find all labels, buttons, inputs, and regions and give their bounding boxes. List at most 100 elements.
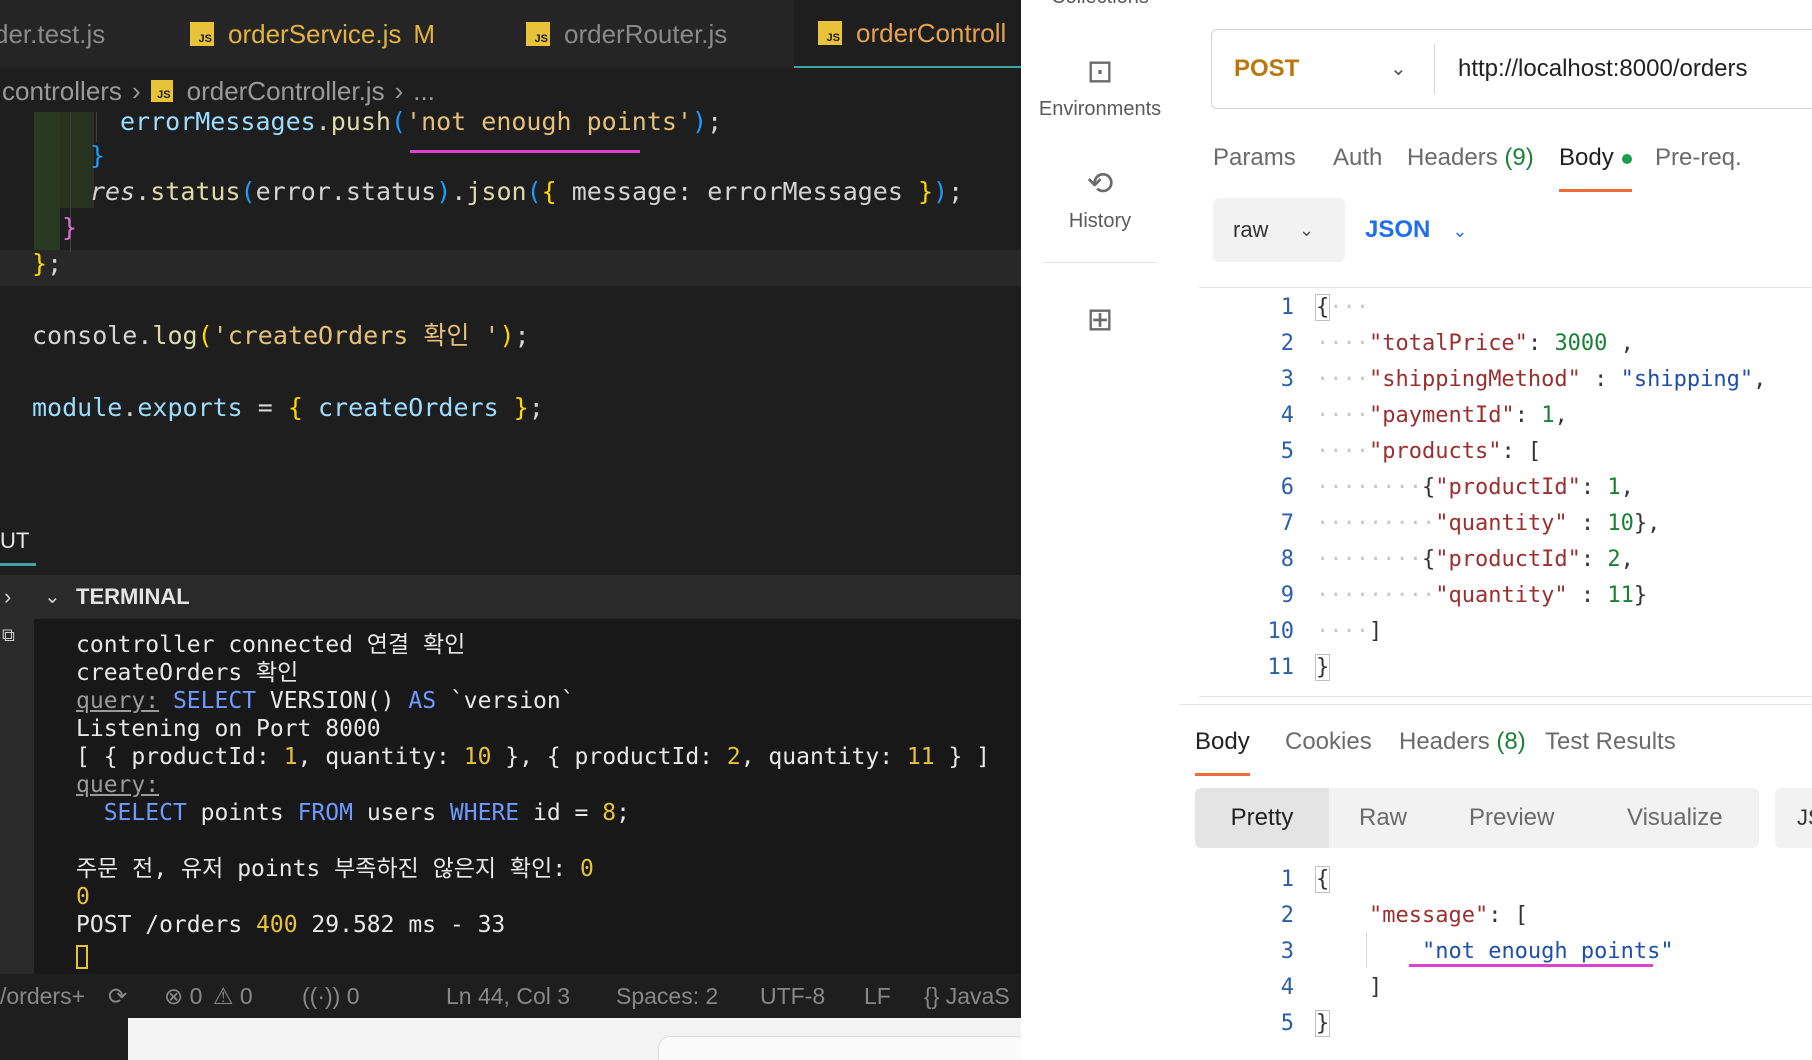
code-line: errorMessages.push('not enough points'); bbox=[120, 107, 723, 136]
highlight-underline bbox=[410, 150, 640, 153]
chevron-down-icon: ⌄ bbox=[1299, 220, 1315, 240]
code-line: } bbox=[1314, 654, 1331, 681]
tab-order-test[interactable]: der.test.js bbox=[0, 0, 105, 68]
language-mode[interactable]: {} JavaS bbox=[924, 974, 1010, 1018]
tab-order-controller[interactable]: JS orderControll bbox=[794, 0, 1021, 68]
code-line: ·········"quantity" : 10}, bbox=[1316, 511, 1661, 536]
terminal-line: 주문 전, 유저 points 부족하진 않은지 확인: 0 bbox=[76, 856, 594, 882]
line-ending[interactable]: LF bbox=[864, 974, 891, 1018]
view-raw[interactable]: Raw bbox=[1359, 788, 1407, 848]
line-number: 8 bbox=[1280, 547, 1294, 572]
error-icon: ⊗ bbox=[164, 983, 184, 1009]
chevron-right-icon: › bbox=[394, 75, 404, 106]
encoding[interactable]: UTF-8 bbox=[760, 974, 825, 1018]
line-number: 6 bbox=[1280, 475, 1294, 500]
tab-test-results[interactable]: Test Results bbox=[1545, 724, 1676, 768]
view-visualize[interactable]: Visualize bbox=[1627, 788, 1723, 848]
indent-guide bbox=[1366, 932, 1367, 968]
line-number: 4 bbox=[1280, 975, 1294, 1000]
modified-indicator: M bbox=[413, 18, 436, 49]
url-input[interactable]: http://localhost:8000/orders bbox=[1458, 30, 1748, 108]
terminal-launch-icon[interactable]: ⧉ bbox=[2, 625, 26, 647]
highlight-underline bbox=[1409, 964, 1653, 967]
desktop-background bbox=[0, 1018, 1021, 1060]
vscode-window: der.test.js JS orderService.js M JS orde… bbox=[0, 0, 1021, 1060]
sidebar-item-history[interactable]: ⟲ History bbox=[1021, 164, 1179, 233]
request-body-editor[interactable]: 1 2 3 4 5 6 7 8 9 10 11 {··· ····"totalP… bbox=[1199, 287, 1812, 697]
tab-response-headers[interactable]: Headers (8) bbox=[1399, 724, 1526, 768]
tab-label: orderService.js bbox=[228, 18, 402, 49]
terminal-line: 0 bbox=[76, 884, 90, 910]
line-number: 9 bbox=[1280, 583, 1294, 608]
code-line: } bbox=[90, 141, 106, 170]
response-body[interactable]: 1 2 3 4 5 { "message": [ "not enough poi… bbox=[1199, 860, 1812, 1060]
code-line: ········{"productId": 2, bbox=[1316, 547, 1634, 572]
line-number: 11 bbox=[1267, 655, 1295, 680]
response-format-select[interactable]: JS bbox=[1775, 788, 1812, 848]
tab-cookies[interactable]: Cookies bbox=[1285, 724, 1372, 768]
breadcrumb-folder[interactable]: controllers bbox=[2, 76, 122, 107]
js-file-icon: JS bbox=[818, 21, 842, 45]
method-select[interactable]: POST bbox=[1234, 30, 1299, 108]
line-number: 7 bbox=[1280, 511, 1294, 536]
terminal-header[interactable]: › ⌄ TERMINAL bbox=[0, 575, 1021, 619]
code-line: "message": [ bbox=[1368, 903, 1528, 928]
tab-label: orderControll bbox=[856, 17, 1007, 48]
code-line: { bbox=[1314, 866, 1331, 893]
body-mode-select[interactable]: raw ⌄ bbox=[1213, 198, 1345, 262]
background-window bbox=[658, 1036, 1021, 1060]
tab-output[interactable]: UT bbox=[0, 528, 29, 554]
branch-label[interactable]: /orders+ bbox=[0, 974, 85, 1018]
tab-label: orderRouter.js bbox=[564, 18, 728, 49]
tab-prerequest[interactable]: Pre-req. bbox=[1655, 140, 1742, 184]
view-preview[interactable]: Preview bbox=[1469, 788, 1554, 848]
chevron-right-icon: › bbox=[131, 75, 141, 106]
history-icon: ⟲ bbox=[1086, 165, 1114, 201]
code-line: {··· bbox=[1314, 294, 1369, 321]
code-line: ] bbox=[1316, 975, 1383, 1000]
code-line: ·········"quantity" : 11} bbox=[1316, 583, 1648, 608]
indentation[interactable]: Spaces: 2 bbox=[616, 974, 718, 1018]
body-language-select[interactable]: JSON ⌄ bbox=[1365, 198, 1467, 262]
tab-order-router[interactable]: JS orderRouter.js bbox=[526, 0, 727, 68]
active-tab-indicator bbox=[0, 563, 36, 566]
tab-response-body[interactable]: Body bbox=[1195, 724, 1250, 776]
code-editor[interactable]: errorMessages.push('not enough points');… bbox=[0, 107, 1021, 512]
line-number: 5 bbox=[1280, 1011, 1294, 1036]
sidebar-item-collections[interactable]: Collections bbox=[1021, 0, 1179, 9]
problems-indicator[interactable]: ⊗ 0 ⚠ 0 bbox=[164, 974, 253, 1018]
tab-order-service[interactable]: JS orderService.js M bbox=[190, 0, 435, 68]
terminal-line: Listening on Port 8000 bbox=[76, 716, 381, 742]
js-file-icon: JS bbox=[190, 22, 214, 46]
chevron-down-icon[interactable]: ⌄ bbox=[1390, 30, 1407, 108]
tab-auth[interactable]: Auth bbox=[1333, 140, 1382, 184]
line-number: 4 bbox=[1280, 403, 1294, 428]
ports-indicator[interactable]: ((·)) 0 bbox=[302, 974, 359, 1018]
breadcrumb-file[interactable]: orderController.js bbox=[187, 76, 385, 107]
dark-strip bbox=[0, 1018, 128, 1060]
postman-window: Collections ⊡ Environments ⟲ History ⊞ P… bbox=[1021, 0, 1812, 1060]
tab-params[interactable]: Params bbox=[1213, 140, 1296, 184]
sync-icon[interactable]: ⟳ bbox=[108, 974, 127, 1018]
code-line: ····] bbox=[1316, 619, 1383, 644]
cursor-position[interactable]: Ln 44, Col 3 bbox=[446, 974, 570, 1018]
sidebar-item-environments[interactable]: ⊡ Environments bbox=[1021, 52, 1179, 121]
terminal-output[interactable]: controller connected 연결 확인 createOrders … bbox=[34, 619, 1021, 974]
line-number: 10 bbox=[1267, 619, 1295, 644]
tab-headers[interactable]: Headers (9) bbox=[1407, 140, 1534, 184]
terminal-line: createOrders 확인 bbox=[76, 660, 299, 686]
js-file-icon: JS bbox=[526, 22, 550, 46]
code-line: ····"shippingMethod" : "shipping", bbox=[1316, 367, 1767, 392]
terminal-side-strip: ⧉ bbox=[0, 619, 34, 974]
chevron-down-icon[interactable]: ⌄ bbox=[44, 575, 61, 619]
line-number: 5 bbox=[1280, 439, 1294, 464]
terminal-line: POST /orders 400 29.582 ms - 33 bbox=[76, 912, 506, 938]
tab-body[interactable]: Body bbox=[1559, 140, 1632, 192]
terminal-line: controller connected 연결 확인 bbox=[76, 632, 466, 658]
sidebar-item-configure[interactable]: ⊞ bbox=[1021, 300, 1179, 346]
code-line: }; bbox=[32, 249, 63, 278]
divider bbox=[1179, 704, 1812, 705]
breadcrumb-more[interactable]: ... bbox=[413, 76, 435, 107]
view-pretty[interactable]: Pretty bbox=[1195, 788, 1329, 848]
chevron-right-icon[interactable]: › bbox=[4, 575, 11, 619]
